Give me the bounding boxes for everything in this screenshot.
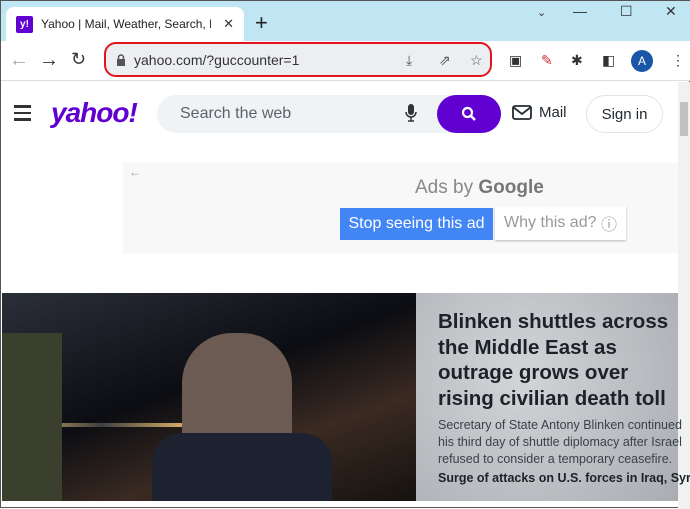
why-this-ad-label: Why this ad?: [504, 214, 597, 231]
yahoo-favicon-icon: y!: [16, 15, 33, 33]
hamburger-menu-icon[interactable]: [14, 105, 31, 125]
info-icon: ⓘ: [600, 217, 617, 234]
reload-button[interactable]: ↻: [71, 49, 86, 70]
scrollbar-thumb[interactable]: [680, 102, 688, 136]
menu-kebab-icon[interactable]: ⋮: [671, 52, 685, 69]
browser-toolbar: ← → ↻ yahoo.com/?guccounter=1 ⤓ ⇗ ☆ ▣ ✎ …: [1, 41, 690, 81]
story-card[interactable]: Blinken shuttles across the Middle East …: [416, 293, 690, 501]
story-summary: Secretary of State Antony Blinken contin…: [438, 418, 682, 466]
mail-link[interactable]: Mail: [512, 104, 567, 121]
minimize-button[interactable]: —: [573, 3, 587, 19]
related-story-link[interactable]: Surge of attacks on U.S. forces in Iraq,…: [438, 471, 690, 485]
tab-close-icon[interactable]: ✕: [223, 16, 234, 32]
tab-search-chevron-icon[interactable]: ⌄: [537, 6, 546, 19]
why-this-ad-button[interactable]: Why this ad? ⓘ: [495, 206, 626, 240]
person-suit: [152, 433, 332, 501]
ad-banner: ← Ads by Google Stop seeing this ad Why …: [123, 163, 678, 253]
back-button[interactable]: ←: [9, 49, 29, 72]
search-button[interactable]: [437, 95, 501, 133]
forward-button[interactable]: →: [39, 49, 59, 72]
search-icon: [461, 106, 476, 121]
ads-by-google: Ads by Google: [415, 177, 544, 199]
title-bar: y! Yahoo | Mail, Weather, Search, Politi…: [1, 1, 690, 41]
soldier-figure: [2, 333, 62, 501]
ads-by-label: Ads by: [415, 177, 474, 198]
screenshot-extension-icon[interactable]: ▣: [509, 52, 522, 69]
mail-icon: [512, 105, 532, 120]
side-panel-icon[interactable]: ◧: [602, 52, 615, 69]
sign-in-button[interactable]: Sign in: [586, 95, 663, 133]
story-headline[interactable]: Blinken shuttles across the Middle East …: [438, 309, 683, 411]
tab-title: Yahoo | Mail, Weather, Search, Politics: [41, 17, 211, 31]
share-icon[interactable]: ⇗: [439, 52, 451, 69]
new-tab-button[interactable]: +: [255, 10, 268, 36]
lock-icon: [117, 53, 125, 66]
extension-icon[interactable]: ✎: [541, 52, 553, 69]
story-photo[interactable]: [2, 293, 416, 501]
browser-tab[interactable]: y! Yahoo | Mail, Weather, Search, Politi…: [6, 7, 244, 41]
profile-avatar[interactable]: A: [631, 50, 653, 72]
close-window-button[interactable]: ✕: [665, 3, 677, 20]
url-text: yahoo.com/?guccounter=1: [134, 51, 300, 68]
stop-seeing-ad-button[interactable]: Stop seeing this ad: [340, 208, 493, 240]
maximize-button[interactable]: ☐: [620, 3, 633, 20]
google-label: Google: [478, 177, 544, 198]
search-placeholder: Search the web: [180, 105, 292, 122]
yahoo-logo[interactable]: yahoo!: [51, 97, 138, 129]
extensions-puzzle-icon[interactable]: ✱: [571, 52, 583, 69]
microphone-icon[interactable]: [405, 104, 417, 122]
ad-back-arrow-icon[interactable]: ←: [129, 165, 141, 179]
address-bar[interactable]: yahoo.com/?guccounter=1 ⤓ ⇗ ☆: [104, 42, 492, 77]
mail-label: Mail: [539, 104, 567, 121]
install-app-icon[interactable]: ⤓: [406, 52, 412, 69]
bookmark-star-icon[interactable]: ☆: [470, 52, 483, 69]
